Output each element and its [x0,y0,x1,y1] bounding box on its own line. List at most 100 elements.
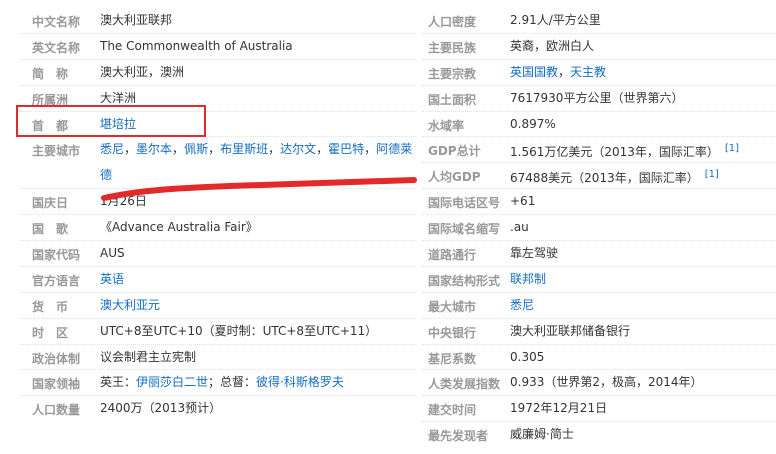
info-value: 1.561万亿美元（2013年，国际汇率） [1] [510,136,776,165]
info-label: 国家领袖 [32,377,81,392]
info-label: 官方语言 [32,273,81,288]
value-text: ， [316,142,329,157]
info-label: 水域率 [428,118,465,133]
value-text: 7617930平方公里（世界第六） [510,90,684,105]
info-label: 时 区 [32,325,69,340]
info-label: 国家代码 [32,248,81,263]
value-link[interactable]: 伊丽莎白二世 [136,375,208,389]
info-row-left-14: 人口数量 2400万（2013预计） [20,396,416,422]
info-label: 中央银行 [428,325,477,340]
info-row-right-1: 主要民族 英裔，欧洲白人 [422,34,776,60]
info-label: 国庆日 [32,196,69,211]
infobox-left-column: 中文名称 澳大利亚联邦英文名称 The Commonwealth of Austra… [20,8,416,422]
value-text: 澳大利亚联邦储备银行 [510,323,631,338]
info-label: 国际电话区号 [428,196,501,211]
info-label: 简 称 [32,66,69,81]
value-link[interactable]: 达尔文 [280,142,316,156]
value-link[interactable]: 联邦制 [510,272,546,286]
info-value: 悉尼 [510,292,776,318]
info-value: 0.933（世界第2，极高，2014年） [510,369,776,395]
info-row-left-8: 国家代码 AUS [20,241,416,267]
info-label: 人口密度 [428,15,477,29]
value-text: 英裔，欧洲白人 [510,38,595,53]
info-value: 堪培拉 [100,111,416,137]
info-row-left-9: 官方语言 英语 [20,267,416,293]
value-link[interactable]: 彼得·科斯格罗夫 [256,375,344,389]
info-row-right-4: 水域率 0.897% [422,112,776,138]
value-text: ， [124,142,137,157]
info-row-right-11: 最大城市 悉尼 [422,293,776,319]
value-text: 1972年12月21日 [510,401,608,416]
info-label: 首 都 [32,118,69,133]
value-text: 0.933（世界第2，极高，2014年） [510,375,703,390]
info-value: 2.91人/平方公里 [510,7,776,33]
value-link[interactable]: 悉尼 [510,298,534,312]
info-value: 悉尼，墨尔本，佩斯，布里斯班，达尔文，霍巴特，阿德莱德 [100,136,416,188]
value-text: ， [208,142,221,157]
value-text: +61 [510,194,536,209]
info-row-left-6: 国庆日 1月26日 [20,189,416,216]
info-row-left-4: 首 都 堪培拉 [20,112,416,138]
value-text: 2400万（2013预计） [100,401,222,416]
info-value: 澳大利亚元 [100,292,416,318]
info-label: 道路通行 [428,248,477,263]
info-value: 英裔，欧洲白人 [510,33,776,59]
info-row-right-9: 道路通行 靠左驾驶 [422,241,776,267]
info-row-left-12: 政治体制 议会制君主立宪制 [20,345,416,371]
info-value: 7617930平方公里（世界第六） [510,85,776,111]
info-label: 主要民族 [428,40,477,55]
value-text: 1月26日 [100,194,147,209]
info-label: GDP总计 [428,144,481,159]
info-row-right-14: 人类发展指数 0.933（世界第2，极高，2014年） [422,369,776,397]
value-link[interactable]: 堪培拉 [100,117,136,131]
value-text: 威廉姆·简士 [510,427,574,442]
value-link[interactable]: 天主教 [570,65,606,79]
info-value: The Commonwealth of Australia [100,33,416,59]
info-label: 人类发展指数 [428,377,501,392]
value-text: ， [558,64,571,79]
info-value: 澳大利亚联邦 [100,7,416,33]
info-label: 国际域名缩写 [428,222,501,237]
info-row-right-7: 国际电话区号 +61 [422,188,776,216]
info-value: 2400万（2013预计） [100,395,416,421]
value-link[interactable]: 英语 [100,272,124,286]
info-label: 国 歌 [32,222,69,237]
info-value: 0.897% [510,111,776,137]
info-row-right-16: 最先发现者 威廉姆·简士 [422,422,776,448]
citation-link[interactable]: [1] [725,143,739,154]
info-value: 英王：伊丽莎白二世；总督：彼得·科斯格罗夫 [100,369,416,395]
info-value: 英语 [100,266,416,292]
info-label: 英文名称 [32,40,81,55]
citation-link[interactable]: [1] [705,169,719,180]
value-link[interactable]: 布里斯班 [220,142,268,156]
infobox-panel: 中文名称 澳大利亚联邦英文名称 The Commonwealth of Austra… [0,0,776,454]
value-text: 0.305 [510,349,545,364]
info-value: 英国国教，天主教 [510,59,776,85]
value-text: 大洋洲 [100,90,137,105]
info-row-left-7: 国 歌 《Advance Australia Fair》 [20,215,416,242]
value-text: ；总督： [208,375,257,390]
value-link[interactable]: 墨尔本 [136,142,172,156]
value-link[interactable]: 悉尼 [100,142,124,156]
infobox-right-column: 人口密度 2.91人/平方公里 主要民族 英裔，欧洲白人 主要宗教 英国国教，天主教 国土面… [422,8,776,448]
info-row-right-5: GDP总计 1.561万亿美元（2013年，国际汇率） [1] [422,136,776,165]
info-label: 政治体制 [32,351,81,366]
info-value: 0.305 [510,344,776,370]
value-text: UTC+8至UTC+10（夏时制：UTC+8至UTC+11） [100,323,378,338]
value-link[interactable]: 佩斯 [184,142,208,156]
info-row-left-3: 所属洲 大洋洲 [20,86,416,112]
value-link[interactable]: 霍巴特 [328,142,364,156]
value-text: The Commonwealth of Australia [100,38,293,53]
value-text: 英王： [100,375,137,390]
info-label: 所属洲 [32,92,69,107]
info-label: 主要城市 [32,144,81,159]
value-link[interactable]: 澳大利亚元 [100,298,160,312]
info-label: 中文名称 [32,15,81,29]
info-value: UTC+8至UTC+10（夏时制：UTC+8至UTC+11） [100,318,416,344]
info-value: +61 [510,188,776,214]
value-text: 议会制君主立宪制 [100,349,197,364]
info-label: 基尼系数 [428,351,477,366]
value-text: ， [268,142,281,157]
value-link[interactable]: 英国国教 [510,65,558,79]
info-value: 威廉姆·简士 [510,421,776,447]
